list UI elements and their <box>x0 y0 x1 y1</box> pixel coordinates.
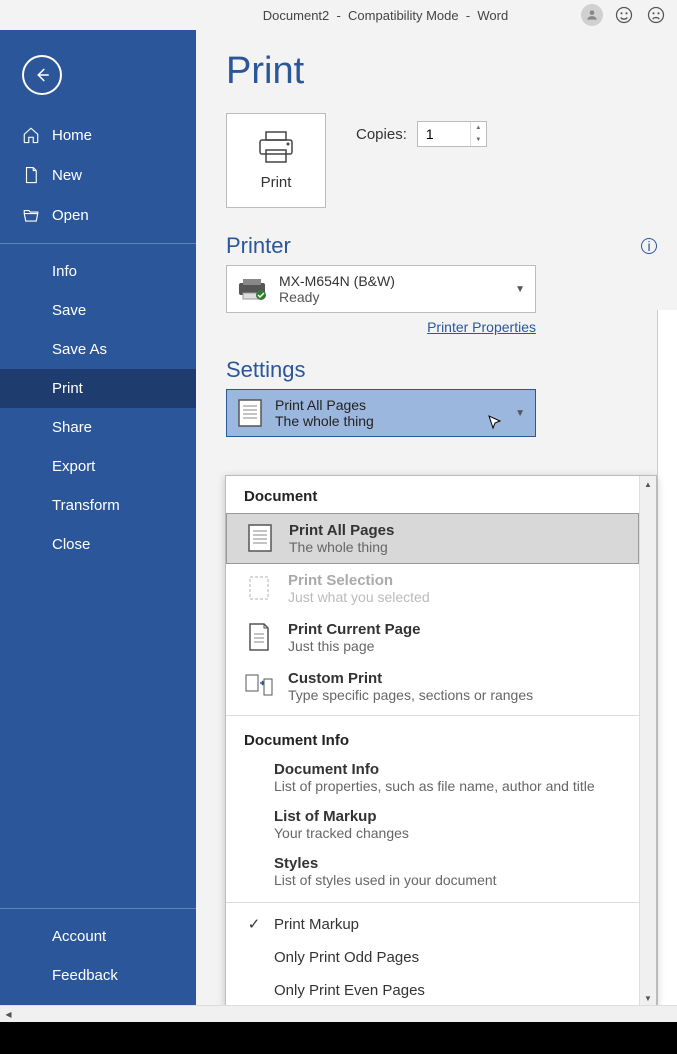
nav-share[interactable]: Share <box>0 408 196 447</box>
option-title: Document Info <box>274 761 621 778</box>
printer-device-icon <box>237 277 267 301</box>
settings-section-title: Settings <box>226 357 657 383</box>
settings-selected-title: Print All Pages <box>275 397 503 413</box>
print-button-label: Print <box>261 174 292 191</box>
title-bar: Document2 - Compatibility Mode - Word <box>0 0 677 30</box>
divider <box>0 243 196 244</box>
document-icon <box>237 398 263 428</box>
option-sub: Just this page <box>288 638 621 654</box>
option-custom-print[interactable]: Custom Print Type specific pages, sectio… <box>226 662 639 711</box>
dropdown-heading-document: Document <box>226 476 639 513</box>
nav-save-as[interactable]: Save As <box>0 330 196 369</box>
option-sub: The whole thing <box>289 539 620 555</box>
copies-up[interactable]: ▲ <box>471 122 486 134</box>
option-title: Print All Pages <box>289 522 620 539</box>
copies-down[interactable]: ▼ <box>471 134 486 146</box>
chevron-down-icon: ▼ <box>515 408 525 419</box>
dropdown-scrollbar[interactable]: ▲ ▼ <box>639 476 656 1007</box>
document-icon <box>245 522 275 554</box>
option-sub: Your tracked changes <box>274 825 621 841</box>
option-title: List of Markup <box>274 808 621 825</box>
nav-info[interactable]: Info <box>0 252 196 291</box>
nav-open[interactable]: Open <box>0 195 196 235</box>
option-label: Print Markup <box>274 916 359 933</box>
printer-select[interactable]: MX-M654N (B&W) Ready ▼ <box>226 265 536 313</box>
copies-label: Copies: <box>356 126 407 143</box>
nav-home[interactable]: Home <box>0 115 196 155</box>
settings-selected-sub: The whole thing <box>275 413 503 429</box>
divider <box>226 902 639 903</box>
copies-value: 1 <box>426 126 434 142</box>
printer-name: MX-M654N (B&W) <box>279 273 503 289</box>
option-label: Only Print Odd Pages <box>274 949 419 966</box>
nav-label: Home <box>52 127 92 144</box>
option-print-all-pages[interactable]: Print All Pages The whole thing <box>226 513 639 564</box>
toggle-only-odd-pages[interactable]: Only Print Odd Pages <box>226 941 639 974</box>
custom-print-icon <box>244 670 274 702</box>
nav-export[interactable]: Export <box>0 447 196 486</box>
option-title: Print Current Page <box>288 621 621 638</box>
page-title: Print <box>226 50 657 93</box>
option-title: Custom Print <box>288 670 621 687</box>
option-label: Only Print Even Pages <box>274 982 425 999</box>
backstage-sidebar: Home New Open Info Save Save As Print Sh… <box>0 30 196 1054</box>
toggle-print-markup[interactable]: ✓ Print Markup <box>226 907 639 941</box>
cursor-icon <box>487 414 503 430</box>
nav-label: Open <box>52 207 89 224</box>
print-button[interactable]: Print <box>226 113 326 208</box>
bottom-border <box>0 1022 677 1054</box>
scroll-left-icon[interactable]: ◀ <box>0 1006 17 1022</box>
option-sub: List of properties, such as file name, a… <box>274 778 621 794</box>
checkmark-icon: ✓ <box>244 915 264 933</box>
nav-close[interactable]: Close <box>0 525 196 564</box>
divider <box>0 908 196 909</box>
nav-new[interactable]: New <box>0 155 196 195</box>
option-title: Styles <box>274 855 621 872</box>
frown-icon[interactable] <box>645 4 667 26</box>
option-sub: List of styles used in your document <box>274 872 621 888</box>
chevron-down-icon: ▼ <box>515 284 525 295</box>
copies-input[interactable]: 1 ▲ ▼ <box>417 121 487 147</box>
preview-pane-edge <box>657 310 677 1054</box>
printer-icon <box>256 130 296 164</box>
printer-status: Ready <box>279 289 503 305</box>
printer-properties-link[interactable]: Printer Properties <box>427 319 536 335</box>
printer-section-title: Printer <box>226 233 291 259</box>
smile-icon[interactable] <box>613 4 635 26</box>
option-list-of-markup[interactable]: List of Markup Your tracked changes <box>226 804 639 851</box>
option-title: Print Selection <box>288 572 621 589</box>
back-button[interactable] <box>22 55 62 95</box>
option-styles[interactable]: Styles List of styles used in your docum… <box>226 851 639 898</box>
title-bar-text: Document2 - Compatibility Mode - Word <box>190 8 581 23</box>
option-print-selection: Print Selection Just what you selected <box>226 564 639 613</box>
user-avatar-icon[interactable] <box>581 4 603 26</box>
nav-transform[interactable]: Transform <box>0 486 196 525</box>
dropdown-heading-docinfo: Document Info <box>226 720 639 757</box>
option-sub: Just what you selected <box>288 589 621 605</box>
option-sub: Type specific pages, sections or ranges <box>288 687 621 703</box>
print-what-dropdown: Document Print All Pages The whole thing… <box>225 475 657 1008</box>
nav-feedback[interactable]: Feedback <box>0 956 196 995</box>
nav-account[interactable]: Account <box>0 917 196 956</box>
nav-label: New <box>52 167 82 184</box>
option-document-info[interactable]: Document Info List of properties, such a… <box>226 757 639 804</box>
option-print-current-page[interactable]: Print Current Page Just this page <box>226 613 639 662</box>
selection-icon <box>244 572 274 604</box>
page-icon <box>244 621 274 653</box>
horizontal-scrollbar[interactable]: ◀ <box>0 1005 677 1022</box>
settings-pages-select[interactable]: Print All Pages The whole thing ▼ <box>226 389 536 437</box>
divider <box>226 715 639 716</box>
nav-save[interactable]: Save <box>0 291 196 330</box>
nav-print[interactable]: Print <box>0 369 196 408</box>
toggle-only-even-pages[interactable]: Only Print Even Pages <box>226 974 639 1007</box>
scroll-up-icon[interactable]: ▲ <box>640 476 656 493</box>
info-icon[interactable]: i <box>641 238 657 254</box>
